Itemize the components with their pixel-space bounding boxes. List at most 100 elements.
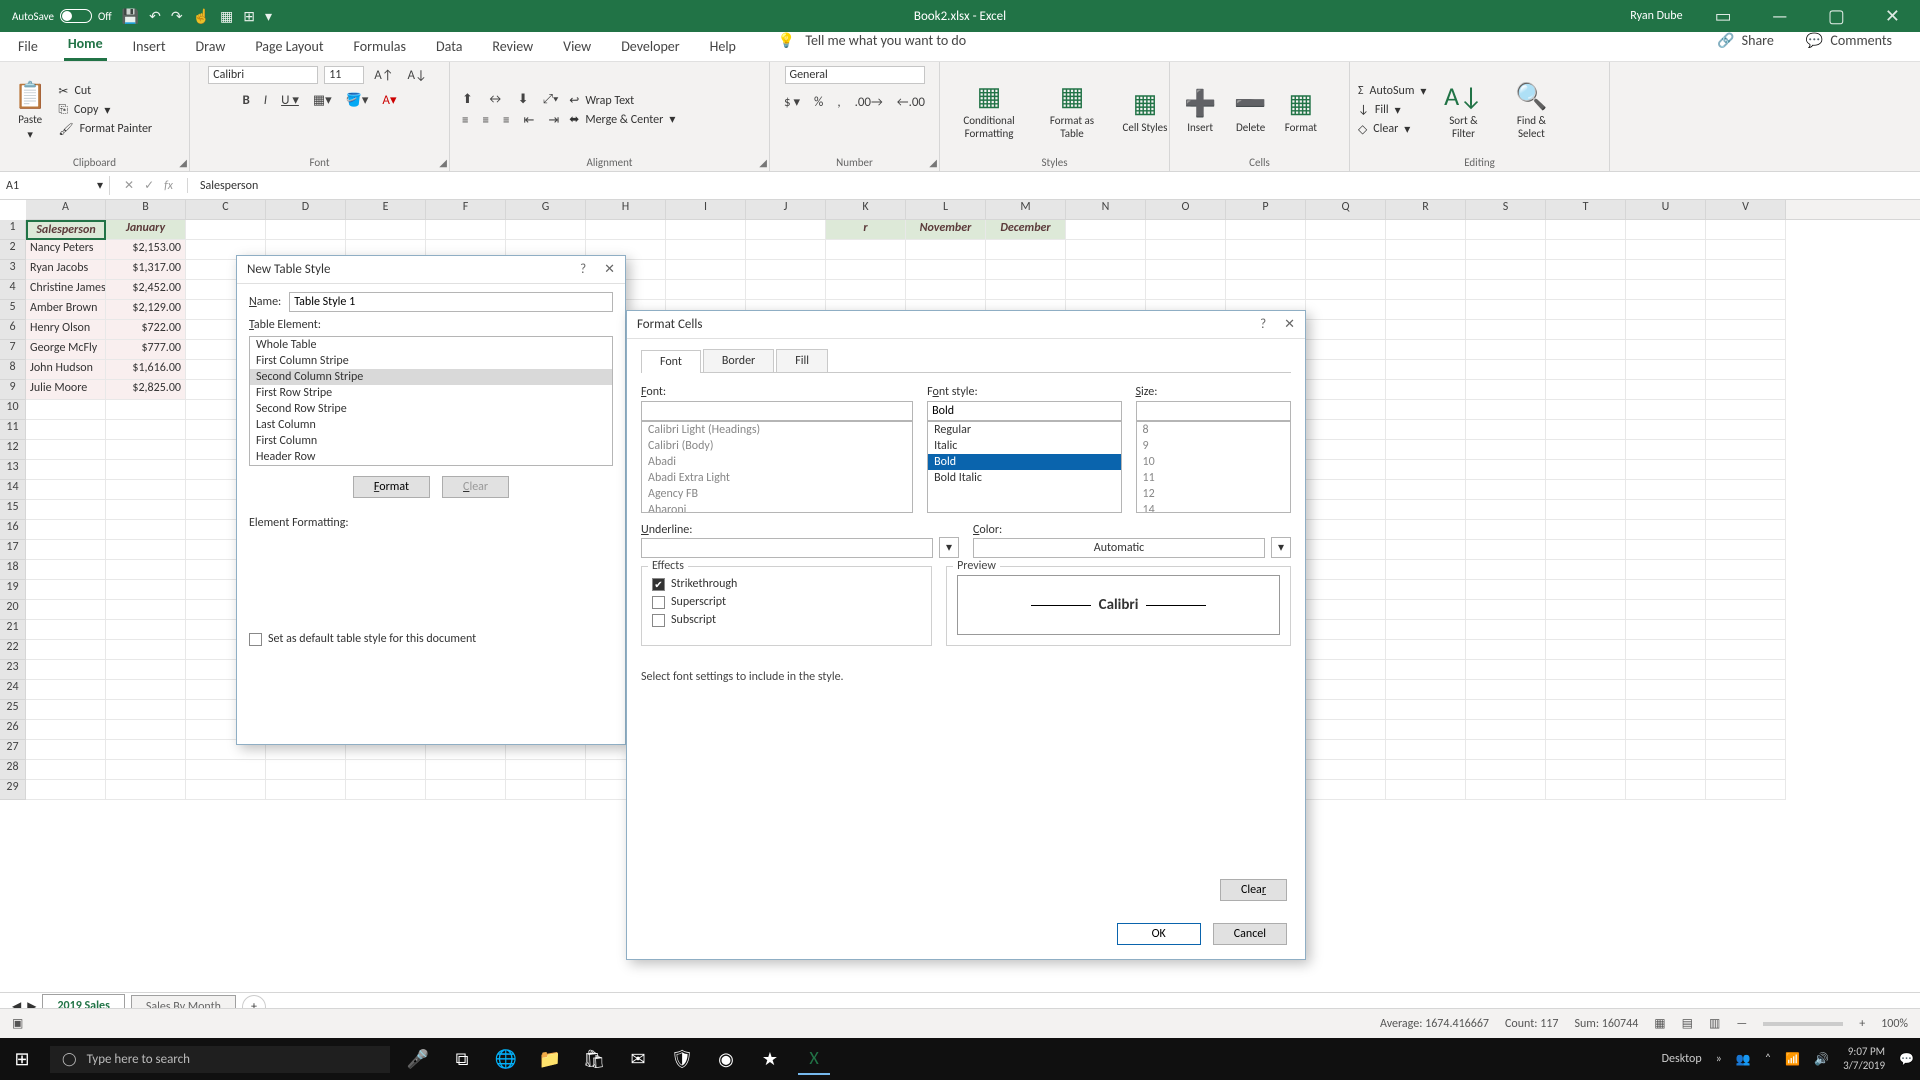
col-header[interactable]: D	[266, 200, 346, 219]
row-header[interactable]: 6	[0, 320, 26, 340]
cell[interactable]	[1626, 760, 1706, 780]
col-header[interactable]: U	[1626, 200, 1706, 219]
cell[interactable]	[1226, 260, 1306, 280]
cell[interactable]	[666, 260, 746, 280]
row-header[interactable]: 7	[0, 340, 26, 360]
cell[interactable]	[1546, 700, 1626, 720]
cell[interactable]	[1306, 580, 1386, 600]
list-item[interactable]: Aharoni	[642, 502, 912, 513]
cell[interactable]	[1546, 540, 1626, 560]
fx-icon[interactable]: fx	[164, 179, 173, 193]
cell[interactable]	[506, 760, 586, 780]
cell[interactable]	[1706, 680, 1786, 700]
cell[interactable]	[1306, 420, 1386, 440]
cell[interactable]	[1386, 680, 1466, 700]
cell[interactable]	[1306, 380, 1386, 400]
cell[interactable]	[26, 760, 106, 780]
close-icon[interactable]: ✕	[1284, 317, 1295, 332]
col-header[interactable]: R	[1386, 200, 1466, 219]
cell[interactable]	[1386, 300, 1466, 320]
row-header[interactable]: 9	[0, 380, 26, 400]
cell[interactable]	[426, 760, 506, 780]
cell[interactable]	[826, 280, 906, 300]
format-element-button[interactable]: Format	[353, 476, 430, 498]
conditional-formatting-button[interactable]: ▦Conditional Formatting	[948, 78, 1030, 142]
cell[interactable]	[1466, 540, 1546, 560]
cell[interactable]	[1626, 540, 1706, 560]
cell[interactable]	[1386, 420, 1466, 440]
row-header[interactable]: 3	[0, 260, 26, 280]
taskbar-search[interactable]: ◯Type here to search	[50, 1046, 390, 1073]
cell[interactable]	[26, 600, 106, 620]
border-button[interactable]: ▦▾	[309, 92, 336, 109]
align-right-icon[interactable]: ≡	[499, 112, 513, 129]
cell[interactable]	[106, 620, 186, 640]
cell[interactable]: $1,317.00	[106, 260, 186, 280]
cell[interactable]	[1706, 420, 1786, 440]
cell[interactable]	[106, 640, 186, 660]
cell[interactable]	[1626, 620, 1706, 640]
list-item[interactable]: Last Column	[250, 417, 612, 433]
cell[interactable]	[26, 400, 106, 420]
cell[interactable]	[1546, 680, 1626, 700]
cell[interactable]	[26, 640, 106, 660]
cell[interactable]	[1706, 660, 1786, 680]
cell[interactable]	[1626, 240, 1706, 260]
cell[interactable]	[1386, 720, 1466, 740]
cell[interactable]	[1386, 240, 1466, 260]
list-item[interactable]: Abadi	[642, 454, 912, 470]
font-color-button[interactable]: A▾	[378, 92, 400, 109]
file-explorer-icon[interactable]: 📁	[534, 1043, 566, 1075]
cell[interactable]	[1626, 340, 1706, 360]
cell[interactable]	[1386, 580, 1466, 600]
merge-center-button[interactable]: ⬌ Merge & Center ▾	[569, 112, 675, 127]
cell[interactable]	[186, 780, 266, 800]
cell[interactable]	[1386, 340, 1466, 360]
cell[interactable]	[1546, 440, 1626, 460]
cell[interactable]	[106, 660, 186, 680]
row-header[interactable]: 22	[0, 640, 26, 660]
ribbon-display-icon[interactable]: ▭	[1707, 5, 1740, 27]
decrease-decimal-icon[interactable]: ←.00	[893, 94, 929, 111]
row-headers[interactable]: 1234567891011121314151617181920212223242…	[0, 220, 26, 800]
subscript-checkbox[interactable]: Subscript	[652, 611, 921, 629]
cell[interactable]	[1386, 220, 1466, 240]
cell[interactable]	[1386, 380, 1466, 400]
cell[interactable]	[986, 260, 1066, 280]
view-pagelayout-icon[interactable]: ▤	[1682, 1016, 1693, 1031]
cell[interactable]	[1386, 260, 1466, 280]
row-header[interactable]: 23	[0, 660, 26, 680]
cell[interactable]: $2,452.00	[106, 280, 186, 300]
list-item[interactable]: Calibri (Body)	[642, 438, 912, 454]
cell[interactable]	[1466, 580, 1546, 600]
col-header[interactable]: L	[906, 200, 986, 219]
list-item[interactable]: 9	[1137, 438, 1291, 454]
cell[interactable]	[1386, 400, 1466, 420]
row-header[interactable]: 26	[0, 720, 26, 740]
cell[interactable]	[26, 740, 106, 760]
col-header[interactable]: M	[986, 200, 1066, 219]
cell[interactable]	[1306, 640, 1386, 660]
number-launcher-icon[interactable]: ◢	[929, 156, 937, 169]
list-item[interactable]: Second Column Stripe	[250, 369, 612, 385]
cell[interactable]	[1626, 780, 1706, 800]
list-item[interactable]: Agency FB	[642, 486, 912, 502]
chrome-icon[interactable]: ◉	[710, 1043, 742, 1075]
cell[interactable]: December	[986, 220, 1066, 240]
col-header[interactable]: N	[1066, 200, 1146, 219]
cell[interactable]: Julie Moore	[26, 380, 106, 400]
chevron-down-icon[interactable]: ▾	[939, 537, 959, 558]
cell[interactable]	[586, 220, 666, 240]
cell[interactable]	[1386, 600, 1466, 620]
cell[interactable]	[1546, 520, 1626, 540]
minimize-icon[interactable]: —	[1764, 5, 1796, 27]
copy-button[interactable]: ⎘ Copy ▾	[58, 103, 152, 118]
cell[interactable]	[1386, 320, 1466, 340]
cell[interactable]	[906, 280, 986, 300]
cell[interactable]: January	[106, 220, 186, 240]
cell[interactable]	[1386, 540, 1466, 560]
list-item[interactable]: Abadi Extra Light	[642, 470, 912, 486]
cut-button[interactable]: ✂ Cut	[58, 84, 152, 99]
cell[interactable]	[1626, 280, 1706, 300]
row-header[interactable]: 29	[0, 780, 26, 800]
